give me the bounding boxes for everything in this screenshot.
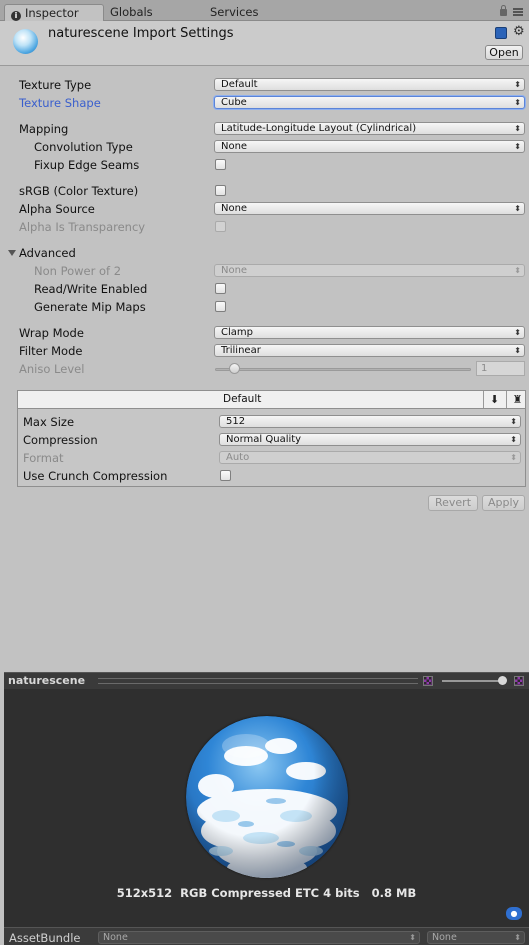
alpha-source-label: Alpha Source bbox=[19, 202, 95, 216]
page-title: naturescene Import Settings bbox=[48, 26, 234, 41]
texture-info-text: 512x512 RGB Compressed ETC 4 bits 0.8 MB bbox=[116, 886, 417, 900]
assetbundle-bar: AssetBundle None None bbox=[4, 927, 529, 945]
texture-thumbnail-icon bbox=[13, 29, 38, 54]
filter-mode-label: Filter Mode bbox=[19, 344, 83, 358]
apply-button[interactable]: Apply bbox=[482, 495, 525, 511]
inspector-header: naturescene Import Settings ⚙ Open bbox=[0, 21, 529, 66]
tab-inspector-label: Inspector bbox=[25, 6, 79, 20]
max-size-dropdown[interactable]: 512 bbox=[219, 415, 521, 428]
android-icon[interactable]: ♜ bbox=[506, 391, 528, 408]
texture-shape-label: Texture Shape bbox=[19, 96, 101, 110]
texture-shape-dropdown[interactable]: Cube bbox=[214, 96, 525, 109]
platform-tab-bar: Default ⬇ ♜ bbox=[18, 391, 525, 409]
filter-mode-dropdown[interactable]: Trilinear bbox=[214, 344, 525, 357]
aniso-level-slider-thumb bbox=[229, 363, 240, 374]
generate-mip-maps-label: Generate Mip Maps bbox=[34, 300, 146, 314]
read-write-label: Read/Write Enabled bbox=[34, 282, 148, 296]
mapping-label: Mapping bbox=[19, 122, 69, 136]
mip-slider-thumb[interactable] bbox=[498, 676, 507, 685]
platform-settings-panel: Default ⬇ ♜ Max Size 512 Compression Nor… bbox=[17, 390, 526, 487]
revert-button[interactable]: Revert bbox=[428, 495, 478, 511]
assetbundle-variant-dropdown[interactable]: None bbox=[427, 931, 525, 944]
fixup-edge-seams-label: Fixup Edge Seams bbox=[34, 158, 140, 172]
assetbundle-label: AssetBundle bbox=[9, 931, 81, 945]
max-size-label: Max Size bbox=[23, 415, 75, 429]
preview-title: naturescene bbox=[8, 674, 86, 687]
format-dropdown: Auto bbox=[219, 451, 521, 464]
mapping-dropdown[interactable]: Latitude-Longitude Layout (Cylindrical) bbox=[214, 122, 525, 135]
advanced-foldout-arrow-icon[interactable] bbox=[8, 250, 16, 256]
cubemap-sphere-preview bbox=[186, 716, 348, 878]
fixup-edge-seams-checkbox[interactable] bbox=[215, 159, 226, 170]
drag-grip[interactable] bbox=[98, 678, 418, 684]
convolution-type-label: Convolution Type bbox=[34, 140, 133, 154]
alpha-source-dropdown[interactable]: None bbox=[214, 202, 525, 215]
crunch-compression-checkbox[interactable] bbox=[220, 470, 231, 481]
alpha-checker-large-icon[interactable] bbox=[514, 676, 524, 686]
read-write-checkbox[interactable] bbox=[215, 283, 226, 294]
alpha-is-transparency-label: Alpha Is Transparency bbox=[19, 220, 146, 234]
open-button[interactable]: Open bbox=[485, 45, 523, 60]
label-tag-icon[interactable]: ● bbox=[506, 907, 522, 920]
download-icon[interactable]: ⬇ bbox=[483, 391, 505, 408]
compression-label: Compression bbox=[23, 433, 98, 447]
platform-tab-default[interactable]: Default bbox=[223, 393, 261, 405]
compression-dropdown[interactable]: Normal Quality bbox=[219, 433, 521, 446]
srgb-checkbox[interactable] bbox=[215, 185, 226, 196]
format-label: Format bbox=[23, 451, 64, 465]
alpha-checker-small-icon[interactable] bbox=[423, 676, 433, 686]
menu-icon[interactable] bbox=[513, 8, 523, 16]
texture-type-label: Texture Type bbox=[19, 78, 92, 92]
assetbundle-name-dropdown[interactable]: None bbox=[98, 931, 420, 944]
srgb-label: sRGB (Color Texture) bbox=[19, 184, 139, 198]
tab-globals[interactable]: Globals bbox=[110, 4, 153, 21]
generate-mip-maps-checkbox[interactable] bbox=[215, 301, 226, 312]
wrap-mode-dropdown[interactable]: Clamp bbox=[214, 326, 525, 339]
texture-preview-area: 512x512 RGB Compressed ETC 4 bits 0.8 MB… bbox=[4, 689, 529, 927]
tab-strip: i Inspector Globals Services bbox=[0, 0, 529, 21]
aniso-level-label: Aniso Level bbox=[19, 362, 85, 376]
preview-header: naturescene bbox=[4, 672, 529, 689]
help-book-icon[interactable] bbox=[495, 27, 507, 39]
convolution-type-dropdown[interactable]: None bbox=[214, 140, 525, 153]
gear-icon[interactable]: ⚙ bbox=[513, 25, 527, 39]
advanced-foldout[interactable]: Advanced bbox=[19, 246, 76, 260]
wrap-mode-label: Wrap Mode bbox=[19, 326, 84, 340]
tab-services[interactable]: Services bbox=[210, 4, 259, 21]
crunch-compression-label: Use Crunch Compression bbox=[23, 469, 168, 483]
info-icon: i bbox=[11, 11, 21, 21]
mip-slider-track[interactable] bbox=[442, 680, 504, 682]
lock-icon[interactable] bbox=[500, 5, 507, 16]
non-power-of-2-label: Non Power of 2 bbox=[34, 264, 122, 278]
tab-inspector[interactable]: i Inspector bbox=[4, 4, 104, 21]
alpha-is-transparency-checkbox bbox=[215, 221, 226, 232]
texture-type-dropdown[interactable]: Default bbox=[214, 78, 525, 91]
aniso-level-slider-track bbox=[215, 368, 471, 371]
non-power-of-2-dropdown: None bbox=[214, 264, 525, 277]
aniso-level-field: 1 bbox=[476, 361, 525, 376]
